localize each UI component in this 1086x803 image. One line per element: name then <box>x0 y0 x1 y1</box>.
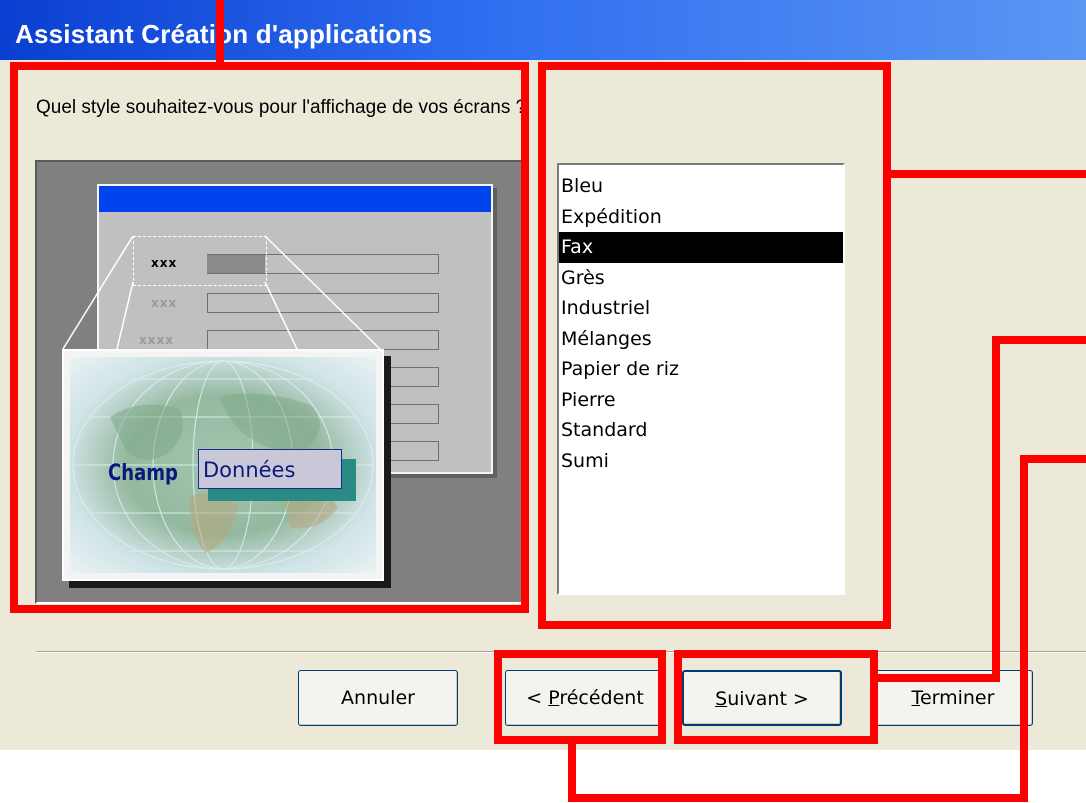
title-bar[interactable]: Assistant Création d'applications <box>0 0 1086 60</box>
annotation-pointer-previous-v <box>568 742 576 802</box>
finish-button-label: erminer <box>919 687 995 709</box>
annotation-list-box <box>538 62 891 629</box>
cancel-button[interactable]: Annuler <box>298 670 458 726</box>
annotation-pointer-next-top <box>992 336 1086 344</box>
annotation-pointer-next-v <box>992 336 1000 682</box>
annotation-pointer-previous-h <box>568 794 1028 802</box>
annotation-pointer-next-h <box>878 674 1000 682</box>
annotation-pointer-list <box>887 170 1086 178</box>
annotation-next-box <box>674 650 878 744</box>
annotation-pointer-previous-top <box>1020 455 1086 463</box>
finish-button-mnemonic: T <box>911 687 920 709</box>
annotation-preview-box <box>10 62 529 613</box>
annotation-previous-box <box>494 650 666 744</box>
annotation-pointer-previous-right <box>1020 455 1028 802</box>
annotation-pointer-title <box>216 0 224 66</box>
cancel-button-label: Annuler <box>341 687 415 709</box>
